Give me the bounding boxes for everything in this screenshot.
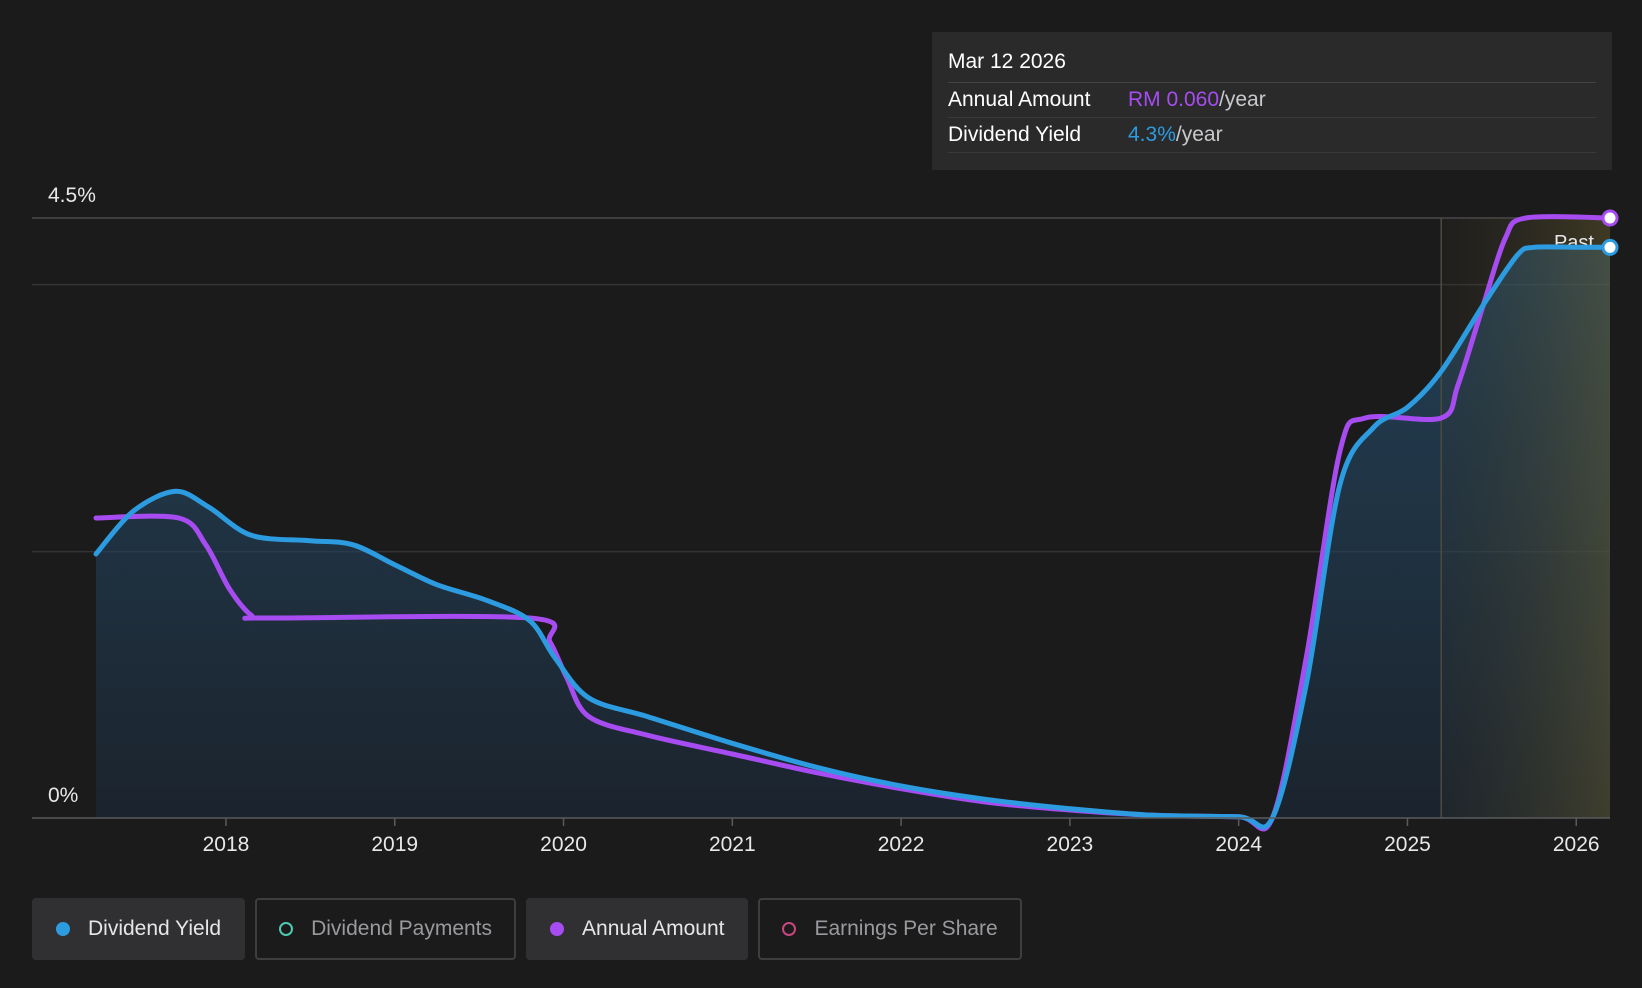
- x-tick-label: 2021: [709, 833, 756, 856]
- tooltip-suffix: /year: [1219, 88, 1266, 111]
- x-tick-label: 2025: [1384, 833, 1431, 856]
- end-point-dividend-yield: [1601, 238, 1619, 256]
- legend-dot-icon: [279, 922, 294, 936]
- x-tick-label: 2018: [203, 833, 250, 856]
- x-tick-label: 2023: [1047, 833, 1094, 856]
- tooltip-suffix: /year: [1175, 123, 1223, 146]
- tooltip-date: Mar 12 2026: [948, 46, 1596, 83]
- tooltip-value: 4.3%: [1128, 123, 1176, 146]
- x-tick-label: 2022: [878, 833, 925, 856]
- past-region-shade: [1441, 218, 1610, 818]
- legend-label: Annual Amount: [582, 917, 725, 940]
- y-axis-label-zero: 0%: [48, 784, 78, 807]
- legend-label: Dividend Payments: [311, 917, 493, 940]
- area-fill-dividend-yield: [96, 246, 1610, 828]
- past-label: Past: [1554, 232, 1594, 254]
- legend: Dividend Yield Dividend Payments Annual …: [32, 898, 1022, 960]
- legend-dot-icon: [782, 922, 797, 936]
- legend-item-earnings-per-share[interactable]: Earnings Per Share: [758, 898, 1022, 960]
- tooltip-value: RM 0.060: [1128, 88, 1220, 111]
- area-fills: [96, 246, 1610, 828]
- tooltip-label: Annual Amount: [948, 88, 1091, 111]
- legend-item-dividend-payments[interactable]: Dividend Payments: [255, 898, 517, 960]
- axes: [32, 817, 1610, 826]
- legend-dot-icon: [550, 922, 565, 936]
- tooltip-row-dividend-yield: Dividend Yield 4.3%/year: [948, 118, 1596, 153]
- legend-dot-icon: [56, 922, 70, 936]
- x-tick-label: 2026: [1553, 833, 1600, 856]
- legend-label: Earnings Per Share: [814, 917, 998, 940]
- x-tick-label: 2019: [371, 833, 418, 856]
- end-point-annual-amount: [1601, 209, 1619, 227]
- tooltip-label: Dividend Yield: [948, 123, 1082, 146]
- tooltip-row-annual-amount: Annual Amount RM 0.060/year: [948, 83, 1596, 118]
- x-tick-label: 2024: [1215, 833, 1262, 856]
- legend-label: Dividend Yield: [88, 917, 222, 940]
- tooltip: Mar 12 2026 Annual Amount RM 0.060/year …: [932, 32, 1612, 170]
- y-axis-label-top: 4.5%: [48, 184, 96, 207]
- past-region: Past: [1440, 218, 1610, 818]
- legend-item-dividend-yield[interactable]: Dividend Yield: [32, 898, 246, 960]
- x-tick-label: 2020: [540, 833, 587, 856]
- legend-item-annual-amount[interactable]: Annual Amount: [526, 898, 749, 960]
